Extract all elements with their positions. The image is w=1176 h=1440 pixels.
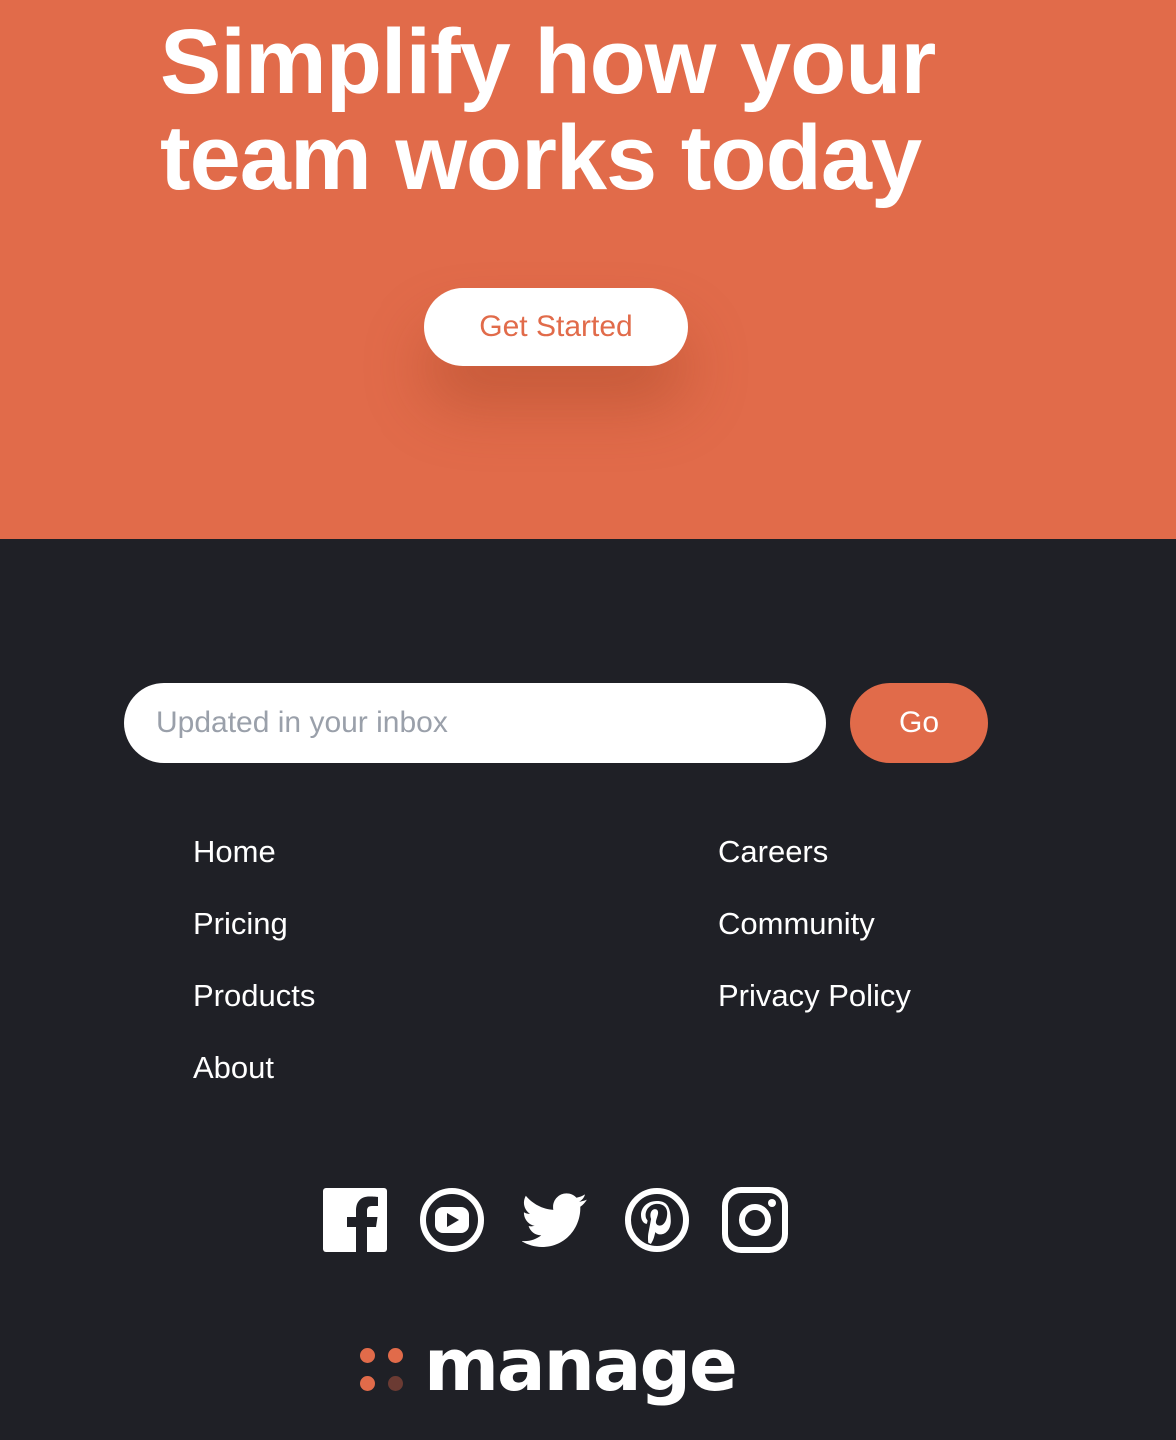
footer-link-community[interactable]: Community [718, 906, 911, 978]
twitter-icon[interactable] [522, 1187, 588, 1253]
logo-dots-icon [360, 1348, 404, 1392]
facebook-icon[interactable] [322, 1187, 388, 1253]
footer-link-privacy-policy[interactable]: Privacy Policy [718, 978, 911, 1050]
footer-link-pricing[interactable]: Pricing [193, 906, 315, 978]
instagram-icon[interactable] [722, 1187, 788, 1253]
hero-title: Simplify how your team works today [160, 11, 936, 209]
footer-link-careers[interactable]: Careers [718, 834, 911, 906]
pinterest-icon[interactable] [624, 1187, 690, 1253]
get-started-button[interactable]: Get Started [424, 288, 688, 366]
brand-name: manage [424, 1323, 738, 1407]
footer-link-home[interactable]: Home [193, 834, 315, 906]
footer-links-left: Home Pricing Products About [193, 834, 315, 1122]
newsletter-go-button[interactable]: Go [850, 683, 988, 763]
footer-links-right: Careers Community Privacy Policy [718, 834, 911, 1050]
social-links [322, 1187, 792, 1253]
footer-link-products[interactable]: Products [193, 978, 315, 1050]
hero-section: Simplify how your team works today Get S… [0, 0, 1176, 539]
footer-link-about[interactable]: About [193, 1050, 315, 1122]
newsletter-email-input[interactable] [124, 683, 826, 763]
brand-logo[interactable]: manage [360, 1323, 780, 1424]
footer: Go Home Pricing Products About Careers C… [0, 539, 1176, 1440]
youtube-icon[interactable] [419, 1187, 485, 1253]
